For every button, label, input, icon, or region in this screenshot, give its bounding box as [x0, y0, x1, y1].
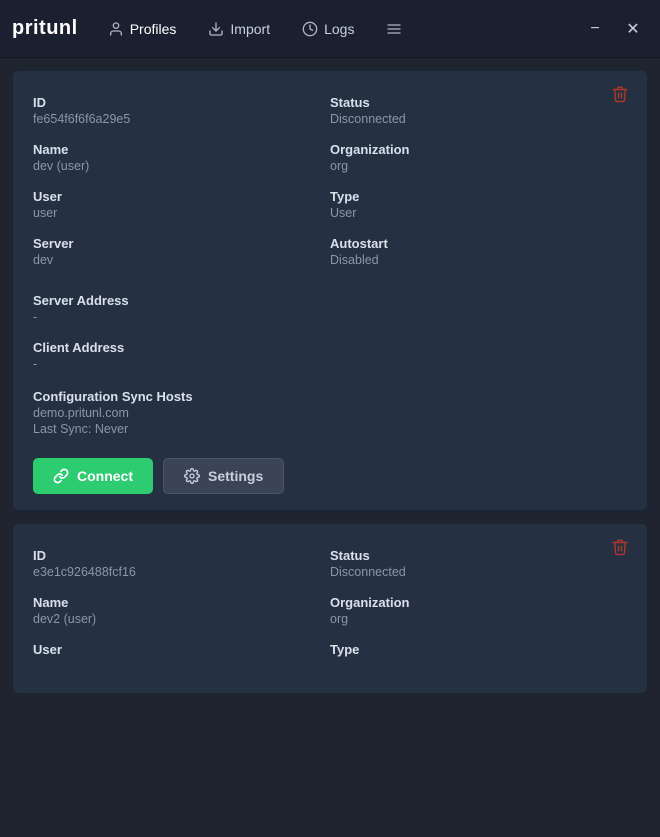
- org-label-0: Organization: [330, 142, 627, 157]
- server-value-0: dev: [33, 253, 330, 267]
- name-label-0: Name: [33, 142, 330, 157]
- app-logo: pritunl: [12, 17, 78, 40]
- id-label-0: ID: [33, 95, 330, 110]
- config-sync-label-0: Configuration Sync Hosts: [33, 389, 627, 404]
- field-autostart-0: Autostart Disabled: [330, 228, 627, 275]
- card-actions-0: Connect Settings: [33, 458, 627, 494]
- field-type-1: Type: [330, 634, 627, 667]
- nav-import[interactable]: Import: [194, 15, 284, 43]
- config-sync-host-0: demo.pritunl.com: [33, 406, 627, 420]
- type-label-0: Type: [330, 189, 627, 204]
- settings-label-0: Settings: [208, 468, 263, 484]
- id-value-0: fe654f6f6f6a29e5: [33, 112, 330, 126]
- client-address-label-0: Client Address: [33, 340, 627, 355]
- fields-grid-1: ID e3e1c926488fcf16 Status Disconnected …: [33, 540, 627, 667]
- field-server-address-0: Server Address -: [33, 285, 627, 332]
- nav-menu[interactable]: [372, 15, 416, 43]
- config-sync-last-0: Last Sync: Never: [33, 422, 627, 436]
- fields-grid-0: ID fe654f6f6f6a29e5 Status Disconnected …: [33, 87, 627, 275]
- logs-label: Logs: [324, 21, 354, 37]
- autostart-label-0: Autostart: [330, 236, 627, 251]
- main-content: ID fe654f6f6f6a29e5 Status Disconnected …: [0, 58, 660, 706]
- field-org-1: Organization org: [330, 587, 627, 634]
- id-value-1: e3e1c926488fcf16: [33, 565, 330, 579]
- server-address-label-0: Server Address: [33, 293, 627, 308]
- profiles-label: Profiles: [130, 21, 177, 37]
- field-user-1: User: [33, 634, 330, 667]
- user-label-0: User: [33, 189, 330, 204]
- connect-label-0: Connect: [77, 468, 133, 484]
- server-label-0: Server: [33, 236, 330, 251]
- status-value-1: Disconnected: [330, 565, 627, 579]
- server-address-value-0: -: [33, 310, 627, 324]
- field-user-0: User user: [33, 181, 330, 228]
- field-client-address-0: Client Address -: [33, 332, 627, 379]
- org-value-1: org: [330, 612, 627, 626]
- field-org-0: Organization org: [330, 134, 627, 181]
- close-button[interactable]: ✕: [618, 14, 648, 44]
- window-controls: − ✕: [580, 14, 648, 44]
- profile-card-1: ID e3e1c926488fcf16 Status Disconnected …: [12, 523, 648, 694]
- settings-button-0[interactable]: Settings: [163, 458, 284, 494]
- profile-card-0: ID fe654f6f6f6a29e5 Status Disconnected …: [12, 70, 648, 511]
- id-label-1: ID: [33, 548, 330, 563]
- import-icon: [208, 21, 224, 37]
- menu-icon: [386, 21, 402, 37]
- name-label-1: Name: [33, 595, 330, 610]
- org-value-0: org: [330, 159, 627, 173]
- type-value-0: User: [330, 206, 627, 220]
- delete-button-0[interactable]: [607, 83, 633, 110]
- autostart-value-0: Disabled: [330, 253, 627, 267]
- profiles-icon: [108, 21, 124, 37]
- sync-hosts-0: Configuration Sync Hosts demo.pritunl.co…: [33, 381, 627, 444]
- connect-button-0[interactable]: Connect: [33, 458, 153, 494]
- field-type-0: Type User: [330, 181, 627, 228]
- status-value-0: Disconnected: [330, 112, 627, 126]
- titlebar: pritunl Profiles Import: [0, 0, 660, 58]
- status-label-0: Status: [330, 95, 627, 110]
- user-value-0: user: [33, 206, 330, 220]
- nav-items: Profiles Import Logs: [94, 15, 580, 43]
- field-status-0: Status Disconnected: [330, 87, 627, 134]
- field-name-0: Name dev (user): [33, 134, 330, 181]
- logo-text: pritunl: [12, 17, 78, 40]
- field-server-0: Server dev: [33, 228, 330, 275]
- field-id-1: ID e3e1c926488fcf16: [33, 540, 330, 587]
- field-status-1: Status Disconnected: [330, 540, 627, 587]
- field-id-0: ID fe654f6f6f6a29e5: [33, 87, 330, 134]
- delete-button-1[interactable]: [607, 536, 633, 563]
- org-label-1: Organization: [330, 595, 627, 610]
- type-label-1: Type: [330, 642, 627, 657]
- nav-profiles[interactable]: Profiles: [94, 15, 191, 43]
- name-value-0: dev (user): [33, 159, 330, 173]
- name-value-1: dev2 (user): [33, 612, 330, 626]
- logs-icon: [302, 21, 318, 37]
- import-label: Import: [230, 21, 270, 37]
- client-address-value-0: -: [33, 357, 627, 371]
- nav-logs[interactable]: Logs: [288, 15, 368, 43]
- status-label-1: Status: [330, 548, 627, 563]
- user-label-1: User: [33, 642, 330, 657]
- field-name-1: Name dev2 (user): [33, 587, 330, 634]
- minimize-button[interactable]: −: [580, 14, 610, 44]
